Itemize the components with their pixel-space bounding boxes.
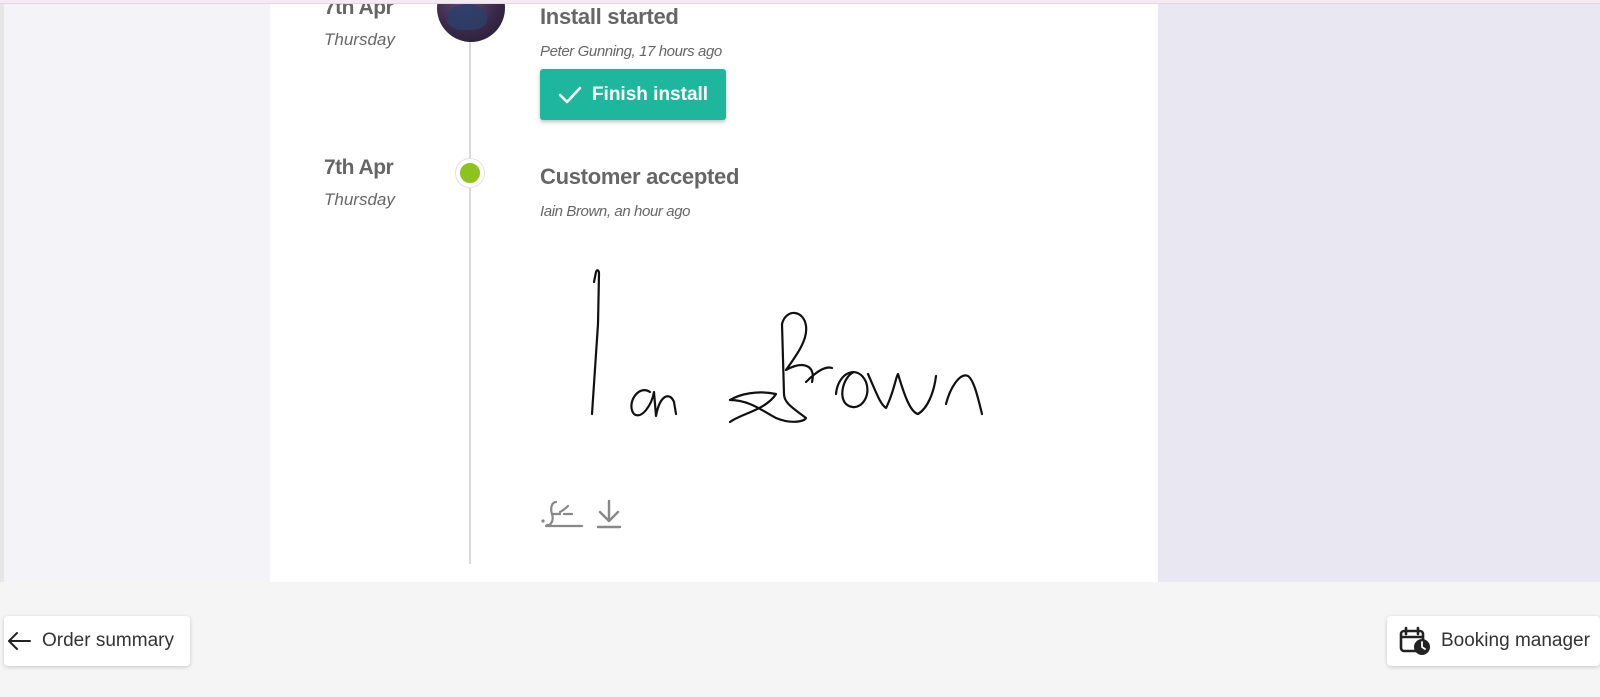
- avatar-figure: [447, 4, 487, 30]
- timeline-panel: 7th Apr Thursday Install started Peter G…: [270, 4, 1158, 582]
- order-summary-label: Order summary: [42, 630, 174, 651]
- customer-signature: [590, 269, 984, 424]
- arrow-left-icon: [8, 632, 31, 650]
- download-icon: [596, 499, 622, 529]
- event-date: 7th Apr: [324, 156, 394, 179]
- event-meta: Peter Gunning, 17 hours ago: [540, 43, 722, 60]
- check-icon: [558, 86, 582, 103]
- event-title: Customer accepted: [540, 164, 740, 189]
- signature-button[interactable]: [540, 496, 584, 532]
- event-meta: Iain Brown, an hour ago: [540, 203, 691, 220]
- event-date: 7th Apr: [324, 4, 394, 19]
- booking-manager-label: Booking manager: [1441, 630, 1590, 651]
- event-weekday: Thursday: [324, 30, 395, 49]
- finish-install-label: Finish install: [591, 83, 709, 105]
- avatar: [437, 4, 505, 42]
- signature-icon: [541, 500, 584, 528]
- status-dot: [456, 159, 484, 187]
- right-panel: [1158, 4, 1600, 582]
- event-weekday: Thursday: [324, 190, 395, 209]
- event-title: Install started: [540, 4, 679, 29]
- timeline-line: [469, 4, 471, 564]
- calendar-clock-icon: [1399, 626, 1430, 655]
- download-signature-button[interactable]: [592, 496, 626, 532]
- order-summary-button[interactable]: Order summary: [4, 616, 190, 666]
- finish-install-button[interactable]: Finish install: [540, 69, 726, 120]
- booking-manager-button[interactable]: Booking manager: [1387, 616, 1600, 666]
- left-panel: [4, 4, 270, 582]
